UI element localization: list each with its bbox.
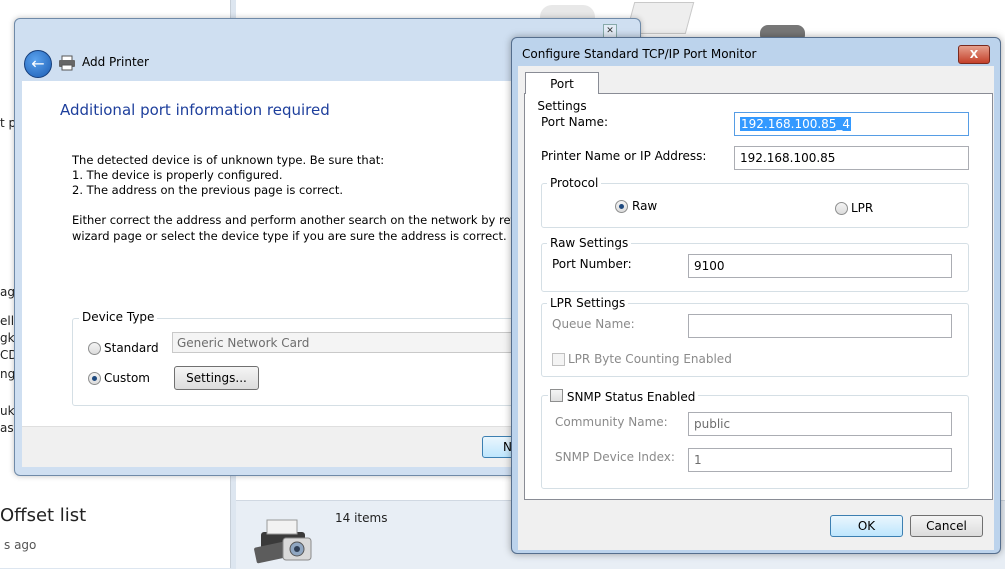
- page-heading: Additional port information required: [60, 101, 330, 119]
- standard-radio[interactable]: [88, 342, 101, 355]
- printer-icon: [59, 55, 75, 71]
- background-timestamp: s ago: [4, 538, 37, 552]
- standard-radio-label[interactable]: Standard: [104, 341, 159, 355]
- custom-radio-label[interactable]: Custom: [104, 371, 150, 385]
- protocol-group: [541, 183, 969, 228]
- raw-radio[interactable]: [615, 200, 628, 213]
- port-name-label: Port Name:: [541, 115, 609, 129]
- tab-port-settings[interactable]: Port Settings: [525, 72, 599, 113]
- port-name-input[interactable]: 192.168.100.85_4: [734, 112, 969, 136]
- background-text-fragment: ag: [0, 285, 15, 299]
- wizard-title: Add Printer: [82, 55, 149, 69]
- lpr-byte-counting-checkbox[interactable]: [552, 353, 565, 366]
- port-number-label: Port Number:: [552, 257, 632, 271]
- port-name-value: 192.168.100.85_4: [740, 117, 852, 131]
- custom-radio[interactable]: [88, 372, 101, 385]
- snmp-device-index-input[interactable]: 1: [688, 448, 952, 472]
- instruction-text: 1. The device is properly configured.: [72, 168, 283, 182]
- lpr-settings-legend: LPR Settings: [547, 296, 629, 310]
- community-name-input[interactable]: public: [688, 412, 952, 436]
- queue-name-input[interactable]: [688, 314, 952, 338]
- background-offset-list-title[interactable]: Offset list: [0, 505, 86, 526]
- back-arrow-button[interactable]: ←: [24, 50, 52, 78]
- settings-button[interactable]: Settings...: [174, 366, 259, 390]
- protocol-legend: Protocol: [547, 176, 602, 190]
- snmp-enabled-label[interactable]: SNMP Status Enabled: [567, 390, 696, 404]
- raw-settings-legend: Raw Settings: [547, 236, 632, 250]
- snmp-legend: SNMP Status Enabled: [548, 388, 699, 404]
- port-number-input[interactable]: 9100: [688, 254, 952, 278]
- instruction-text: wizard page or select the device type if…: [72, 229, 507, 243]
- lpr-radio[interactable]: [835, 202, 848, 215]
- raw-radio-label[interactable]: Raw: [632, 199, 657, 213]
- community-name-label: Community Name:: [555, 415, 668, 429]
- items-count: 14 items: [335, 511, 388, 525]
- lpr-radio-label[interactable]: LPR: [851, 201, 873, 215]
- device-type-legend: Device Type: [79, 310, 158, 324]
- instruction-text: 2. The address on the previous page is c…: [72, 183, 343, 197]
- close-icon[interactable]: X: [958, 45, 990, 64]
- device-type-dropdown[interactable]: Generic Network Card: [172, 332, 512, 353]
- printer-name-label: Printer Name or IP Address:: [541, 149, 707, 163]
- instruction-text: The detected device is of unknown type. …: [72, 153, 385, 167]
- dialog-title: Configure Standard TCP/IP Port Monitor: [522, 47, 757, 61]
- lpr-byte-counting-label: LPR Byte Counting Enabled: [568, 352, 732, 366]
- snmp-enabled-checkbox[interactable]: [550, 389, 563, 402]
- wizard-close-button[interactable]: ✕: [603, 24, 617, 38]
- queue-name-label: Queue Name:: [552, 317, 635, 331]
- printer-camera-icon: [254, 519, 312, 564]
- cancel-button[interactable]: Cancel: [910, 515, 983, 537]
- background-text-fragment: ell: [0, 314, 15, 328]
- instruction-text: Either correct the address and perform a…: [72, 213, 561, 227]
- snmp-device-index-label: SNMP Device Index:: [555, 450, 675, 464]
- ok-button[interactable]: OK: [830, 515, 903, 537]
- snmp-group: [541, 395, 969, 489]
- printer-name-input[interactable]: 192.168.100.85: [734, 146, 969, 170]
